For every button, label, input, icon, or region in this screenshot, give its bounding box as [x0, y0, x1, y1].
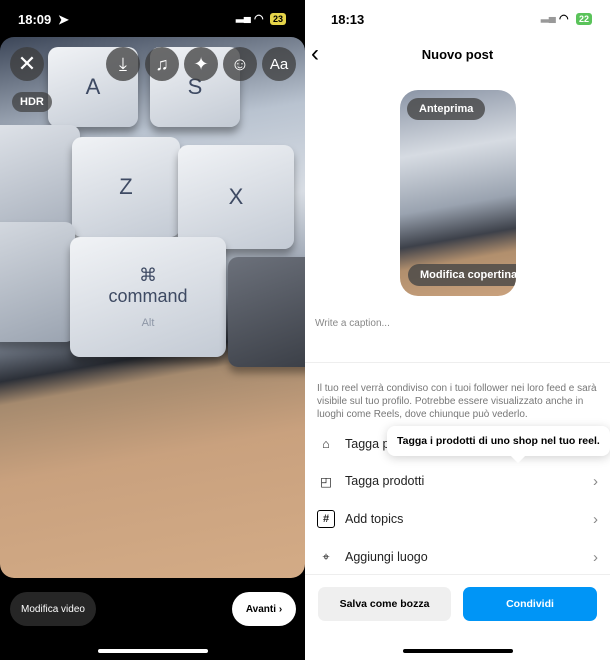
chevron-right-icon: › — [278, 603, 283, 615]
caption-input[interactable]: Write a caption... — [315, 318, 390, 329]
key-z: Z — [72, 137, 180, 237]
battery-indicator: 22 — [576, 13, 593, 25]
status-time: 18:09 — [18, 12, 52, 27]
preview-button[interactable]: Anteprima — [407, 98, 486, 120]
music-icon: ♫ — [155, 53, 169, 74]
battery-indicator: 23 — [270, 13, 287, 25]
status-time: 18:13 — [331, 12, 365, 27]
tag-people-icon: ⌂ — [322, 437, 330, 451]
divider — [305, 362, 610, 363]
row-tagga-prodotti[interactable]: ◰ Tagga prodotti › — [317, 466, 598, 496]
next-label: Avanti — [245, 603, 277, 615]
location-arrow-icon: ➤ — [58, 12, 69, 27]
text-button[interactable]: Aa — [262, 47, 296, 81]
key-alt-left — [0, 222, 75, 342]
home-indicator — [98, 649, 208, 653]
story-editor-screen: 18:09 ➤ ▂▄ ◠ 23 A S Z X ⌘ command Alt ✕ ⤓ ♫… — [0, 0, 305, 660]
row-aggiungi-luogo[interactable]: ⌖ Aggiungi luogo › — [317, 542, 598, 572]
row-add-topics[interactable]: # Add topics › — [317, 504, 598, 534]
reel-thumbnail[interactable]: Anteprima Modifica copertina — [400, 90, 516, 296]
download-icon: ⤓ — [119, 53, 127, 74]
save-draft-button[interactable]: Salva come bozza — [318, 587, 451, 621]
video-preview[interactable]: A S Z X ⌘ command Alt — [0, 37, 305, 578]
key-left — [0, 125, 80, 225]
page-title: Nuovo post — [421, 47, 494, 62]
sparkles-icon: ✦ — [193, 53, 209, 74]
edit-cover-button[interactable]: Modifica copertina — [408, 264, 516, 286]
tooltip-text: Tagga i prodotti di uno shop nel tuo ree… — [397, 435, 600, 447]
row-label: Aggiungi luogo — [345, 550, 428, 564]
chevron-right-icon: › — [593, 548, 598, 566]
edit-video-button[interactable]: Modifica video — [10, 592, 96, 626]
music-button[interactable]: ♫ — [145, 47, 179, 81]
alt-label: Alt — [141, 317, 155, 329]
sticker-icon: ☺ — [230, 53, 250, 74]
new-post-screen: 18:13 ▂▄ ◠ 22 ‹ Nuovo post Anteprima Mod… — [305, 0, 610, 660]
close-button[interactable]: ✕ — [10, 47, 44, 81]
sparkles-button[interactable]: ✦ — [184, 47, 218, 81]
share-button[interactable]: Condividi — [463, 587, 597, 621]
next-button[interactable]: Avanti › — [232, 592, 296, 626]
location-icon: ⌖ — [322, 549, 330, 564]
signal-icon: ▂▄ — [541, 12, 556, 23]
command-label: command — [108, 286, 188, 306]
key-dark — [228, 257, 305, 367]
wifi-icon: ◠ — [559, 13, 569, 25]
command-symbol: ⌘ — [139, 265, 157, 285]
signal-icon: ▂▄ — [236, 12, 251, 23]
hashtag-icon: # — [317, 510, 335, 528]
chevron-right-icon: › — [593, 472, 598, 490]
wifi-icon: ◠ — [254, 13, 264, 25]
key-command: ⌘ command Alt — [70, 237, 226, 357]
row-label: Tagga prodotti — [345, 474, 425, 488]
share-info-text: Il tuo reel verrà condiviso con i tuoi f… — [317, 383, 597, 420]
text-icon: Aa — [269, 55, 289, 73]
download-button[interactable]: ⤓ — [106, 47, 140, 81]
sticker-button[interactable]: ☺ — [223, 47, 257, 81]
hdr-badge: HDR — [12, 92, 52, 112]
shopping-bag-icon: ◰ — [320, 474, 332, 489]
home-indicator — [403, 649, 513, 653]
key-x: X — [178, 145, 294, 249]
divider — [305, 574, 610, 575]
tooltip: Tagga i prodotti di uno shop nel tuo ree… — [387, 426, 610, 464]
row-label: Add topics — [345, 512, 404, 526]
chevron-right-icon: › — [593, 510, 598, 528]
